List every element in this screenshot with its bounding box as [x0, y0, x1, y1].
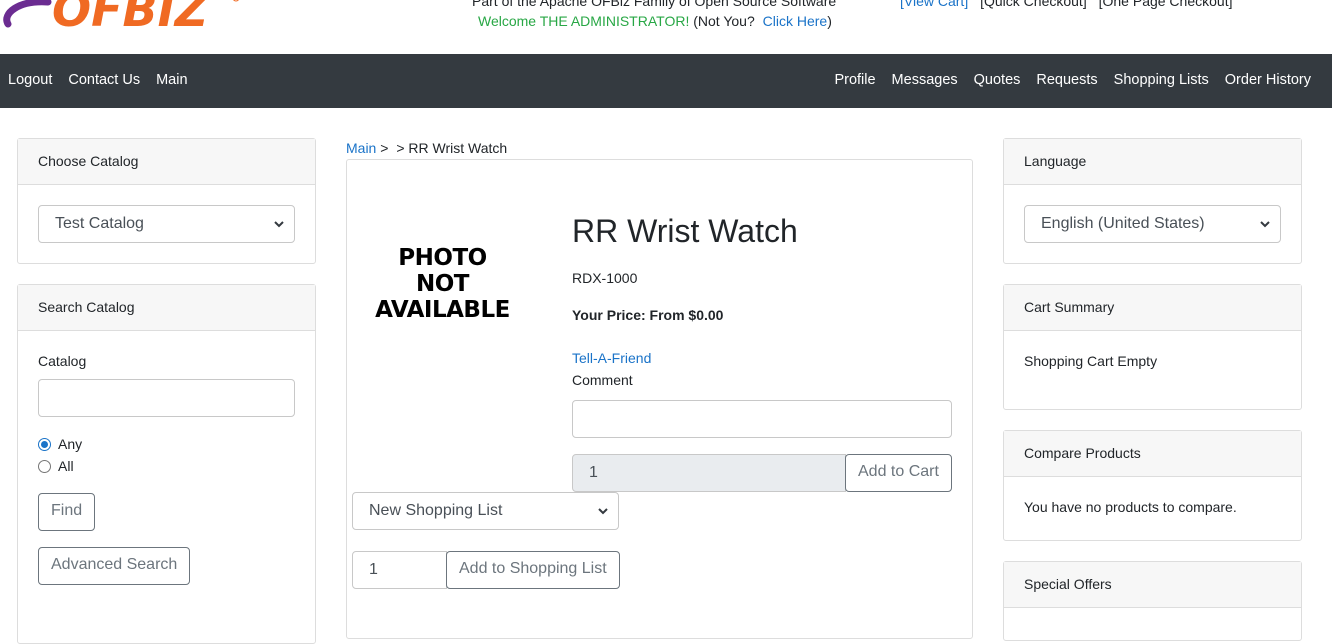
- choose-catalog-card: Choose Catalog Test Catalog: [17, 138, 316, 264]
- breadcrumb-sep: >: [396, 140, 405, 156]
- add-to-cart-button[interactable]: Add to Cart: [845, 454, 952, 492]
- radio-any-row[interactable]: Any: [38, 433, 295, 455]
- breadcrumb-main[interactable]: Main: [346, 140, 376, 156]
- catalog-search-input[interactable]: [38, 379, 295, 417]
- breadcrumb-sep: >: [380, 140, 389, 156]
- chevron-down-icon: [274, 221, 284, 228]
- compare-products-title: Compare Products: [1004, 431, 1301, 477]
- catalog-select[interactable]: Test Catalog: [38, 205, 295, 243]
- svg-text:OFBIZ: OFBIZ: [52, 0, 210, 34]
- catalog-select-value: Test Catalog: [55, 215, 144, 232]
- breadcrumb-current: RR Wrist Watch: [408, 140, 508, 156]
- tell-a-friend-link[interactable]: Tell-A-Friend: [572, 350, 651, 366]
- shopping-list-select-value: New Shopping List: [369, 502, 503, 519]
- language-select[interactable]: English (United States): [1024, 205, 1281, 243]
- one-page-checkout-link[interactable]: [One Page Checkout]: [1099, 0, 1233, 9]
- special-offers-card: Special Offers: [1003, 561, 1302, 641]
- breadcrumb: Main > > RR Wrist Watch: [346, 140, 507, 156]
- view-cart-link[interactable]: [View Cart]: [900, 0, 968, 9]
- compare-products-card: Compare Products You have no products to…: [1003, 430, 1302, 541]
- nav-right: Profile Messages Quotes Requests Shoppin…: [834, 72, 1311, 88]
- nav-logout[interactable]: Logout: [8, 72, 52, 88]
- radio-any[interactable]: [38, 437, 51, 451]
- language-select-value: English (United States): [1041, 215, 1205, 232]
- cart-summary-title: Cart Summary: [1004, 285, 1301, 331]
- click-here-link[interactable]: Click Here: [763, 13, 828, 29]
- quick-checkout-link[interactable]: [Quick Checkout]: [980, 0, 1087, 9]
- comment-input[interactable]: [572, 400, 952, 438]
- nav-shopping-lists[interactable]: Shopping Lists: [1114, 72, 1209, 88]
- cart-summary-card: Cart Summary Shopping Cart Empty: [1003, 284, 1302, 410]
- radio-all-label: All: [58, 458, 74, 474]
- photo-text-line: NOT: [416, 271, 470, 297]
- nav-messages[interactable]: Messages: [892, 72, 958, 88]
- nav-contact-us[interactable]: Contact Us: [68, 72, 140, 88]
- radio-all[interactable]: [38, 459, 51, 473]
- nav-profile[interactable]: Profile: [834, 72, 875, 88]
- language-title: Language: [1004, 139, 1301, 185]
- special-offers-title: Special Offers: [1004, 562, 1301, 608]
- nav-main[interactable]: Main: [156, 72, 187, 88]
- comment-label: Comment: [572, 372, 633, 388]
- add-to-shopping-list-button[interactable]: Add to Shopping List: [446, 551, 620, 589]
- photo-not-available-image: PHOTO NOT AVAILABLE: [375, 245, 510, 323]
- product-sku: RDX-1000: [572, 270, 638, 286]
- chevron-down-icon: [598, 508, 608, 515]
- shopping-list-select[interactable]: New Shopping List: [352, 492, 619, 530]
- find-button[interactable]: Find: [38, 493, 96, 531]
- search-catalog-title: Search Catalog: [18, 285, 315, 331]
- search-catalog-card: Search Catalog Catalog Any All Find Adva…: [17, 284, 316, 644]
- compare-products-text: You have no products to compare.: [1024, 499, 1237, 515]
- close-paren: ): [827, 13, 832, 29]
- cart-links: [View Cart] [Quick Checkout] [One Page C…: [900, 0, 1240, 9]
- welcome-line: Welcome THE ADMINISTRATOR! (Not You? Cli…: [478, 13, 832, 29]
- nav-left: Logout Contact Us Main: [8, 72, 188, 88]
- product-title: RR Wrist Watch: [572, 213, 798, 249]
- quantity-input[interactable]: 1: [572, 454, 846, 492]
- cart-summary-text: Shopping Cart Empty: [1024, 353, 1158, 369]
- photo-text-line: PHOTO: [398, 245, 487, 271]
- catalog-search-label: Catalog: [38, 353, 87, 369]
- radio-any-label: Any: [58, 436, 83, 452]
- welcome-message: Welcome THE ADMINISTRATOR!: [478, 13, 690, 29]
- not-you-text: (Not You?: [693, 13, 755, 29]
- photo-text-line: AVAILABLE: [375, 297, 510, 323]
- nav-requests[interactable]: Requests: [1036, 72, 1097, 88]
- nav-order-history[interactable]: Order History: [1225, 72, 1311, 88]
- advanced-search-button[interactable]: Advanced Search: [38, 547, 191, 585]
- language-card: Language English (United States): [1003, 138, 1302, 264]
- list-quantity-input[interactable]: 1: [352, 551, 447, 589]
- main-navbar: Logout Contact Us Main Profile Messages …: [0, 54, 1332, 108]
- ofbiz-logo[interactable]: OFBIZ: [0, 0, 260, 34]
- page-header: OFBIZ Part of the Apache OFBiz Family of…: [0, 0, 1332, 54]
- radio-all-row[interactable]: All: [38, 455, 295, 477]
- choose-catalog-title: Choose Catalog: [18, 139, 315, 185]
- product-price: Your Price: From $0.00: [572, 307, 724, 323]
- nav-quotes[interactable]: Quotes: [974, 72, 1021, 88]
- chevron-down-icon: [1260, 221, 1270, 228]
- tagline: Part of the Apache OFBiz Family of Open …: [472, 0, 837, 9]
